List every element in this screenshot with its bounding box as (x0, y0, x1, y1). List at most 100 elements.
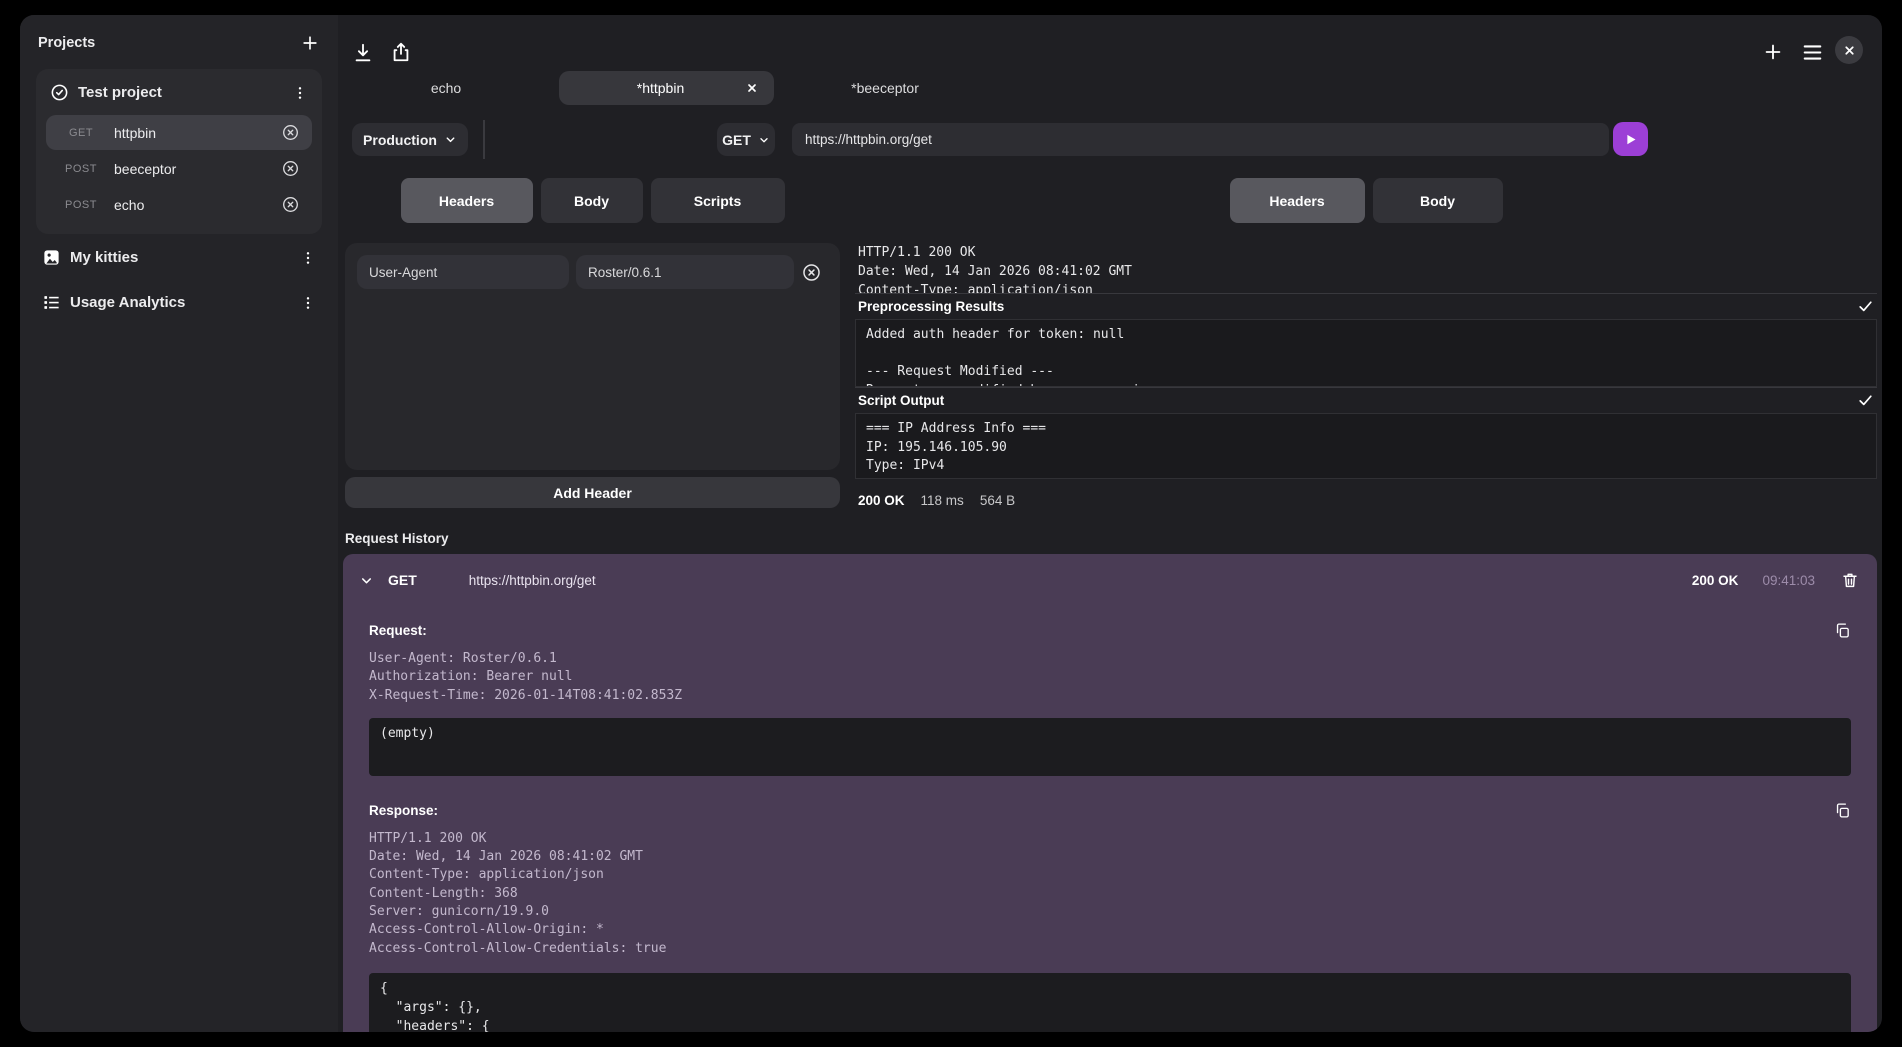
sidebar-item-my-kitties[interactable]: My kitties (36, 236, 322, 279)
response-block-header: Response: (369, 802, 1851, 819)
collection-name: Usage Analytics (70, 294, 291, 311)
response-panel: Headers Body HTTP/1.1 200 OK Date: Wed, … (855, 178, 1877, 508)
response-label: Response: (369, 803, 438, 818)
header-row (357, 255, 828, 289)
import-download-icon[interactable] (352, 42, 374, 64)
new-tab-icon[interactable] (1762, 41, 1784, 63)
remove-request-icon[interactable] (281, 123, 300, 142)
method-dropdown[interactable]: GET (717, 123, 775, 156)
method-badge: POST (60, 199, 102, 211)
tab-label: echo (431, 80, 461, 96)
history-method: GET (388, 572, 417, 588)
sidebar-item-beeceptor[interactable]: POST beeceptor (46, 151, 312, 186)
list-icon (42, 293, 61, 312)
remove-header-icon[interactable] (801, 262, 822, 283)
sidebar: Projects Test project GET httpbin (20, 15, 338, 1032)
environment-dropdown[interactable]: Production (352, 123, 468, 156)
history-entry-header[interactable]: GET https://httpbin.org/get 200 OK 09:41… (343, 554, 1877, 606)
sidebar-item-httpbin[interactable]: GET httpbin (46, 115, 312, 150)
tab-scripts[interactable]: Scripts (651, 178, 785, 223)
circle-check-icon (50, 83, 69, 102)
script-output-log: === IP Address Info === IP: 195.146.105.… (855, 413, 1877, 479)
request-name: echo (114, 197, 281, 213)
play-icon (1623, 132, 1638, 147)
history-status: 200 OK (1692, 573, 1739, 588)
toolbar-divider (483, 120, 485, 159)
preprocessing-section-header: Preprocessing Results (855, 293, 1877, 319)
add-project-icon[interactable] (300, 33, 320, 53)
menu-hamburger-icon[interactable] (1802, 43, 1823, 62)
history-response-body: { "args": {}, "headers": { (369, 973, 1851, 1032)
tab-beeceptor[interactable]: *beeceptor (820, 71, 950, 105)
preprocessing-output: Added auth header for token: null --- Re… (855, 319, 1877, 387)
history-request-headers: User-Agent: Roster/0.6.1 Authorization: … (369, 650, 1851, 705)
history-timestamp: 09:41:03 (1762, 573, 1815, 588)
remove-request-icon[interactable] (281, 195, 300, 214)
tab-body[interactable]: Body (541, 178, 643, 223)
kebab-menu-icon[interactable] (300, 250, 316, 266)
remove-request-icon[interactable] (281, 159, 300, 178)
history-entry-body: Request: User-Agent: Roster/0.6.1 Author… (343, 622, 1877, 1032)
response-headers-text: HTTP/1.1 200 OK Date: Wed, 14 Jan 2026 0… (855, 237, 1877, 293)
response-status-bar: 200 OK 118 ms 564 B (855, 493, 1877, 508)
script-output-title: Script Output (858, 393, 944, 408)
app-window: Projects Test project GET httpbin (20, 15, 1882, 1032)
project-name: Test project (78, 84, 283, 101)
chevron-down-icon (758, 134, 770, 146)
chevron-down-icon (444, 133, 457, 146)
projects-title: Projects (38, 35, 95, 51)
tab-label: *beeceptor (851, 80, 919, 96)
request-label: Request: (369, 623, 427, 638)
history-response-headers: HTTP/1.1 200 OK Date: Wed, 14 Jan 2026 0… (369, 830, 1851, 958)
header-key-input[interactable] (357, 255, 569, 289)
status-duration: 118 ms (921, 493, 964, 508)
request-name: httpbin (114, 125, 281, 141)
status-code: 200 OK (858, 493, 905, 508)
history-entry-card: GET https://httpbin.org/get 200 OK 09:41… (343, 554, 1877, 1032)
copy-icon[interactable] (1834, 802, 1851, 819)
tab-headers[interactable]: Headers (401, 178, 533, 223)
method-badge: GET (60, 127, 102, 139)
editor-tabs: Headers Body Scripts (345, 178, 840, 223)
copy-icon[interactable] (1834, 622, 1851, 639)
request-history-title: Request History (343, 531, 1877, 546)
url-input[interactable] (792, 123, 1609, 156)
request-editor-panel: Headers Body Scripts Add Header (345, 178, 840, 508)
trash-icon[interactable] (1841, 571, 1859, 589)
environment-label: Production (363, 132, 437, 148)
method-label: GET (722, 132, 751, 148)
share-upload-icon[interactable] (390, 41, 412, 63)
tab-response-body[interactable]: Body (1373, 178, 1503, 223)
send-button[interactable] (1613, 122, 1648, 156)
method-badge: POST (60, 163, 102, 175)
tab-label: *httpbin (575, 80, 746, 96)
check-icon (1857, 298, 1874, 315)
tab-response-headers[interactable]: Headers (1230, 178, 1365, 223)
request-block-header: Request: (369, 622, 1851, 639)
sidebar-item-echo[interactable]: POST echo (46, 187, 312, 222)
close-tab-icon[interactable] (746, 82, 758, 94)
check-icon (1857, 392, 1874, 409)
close-window-icon[interactable] (1835, 36, 1863, 64)
chevron-down-icon[interactable] (359, 573, 374, 588)
preprocessing-title: Preprocessing Results (858, 299, 1004, 314)
tab-echo[interactable]: echo (386, 71, 506, 105)
kebab-menu-icon[interactable] (300, 295, 316, 311)
project-group: Test project GET httpbin POST beeceptor (36, 69, 322, 234)
request-name: beeceptor (114, 161, 281, 177)
response-tabs: Headers Body (855, 178, 1877, 223)
header-value-input[interactable] (576, 255, 794, 289)
history-request-body: (empty) (369, 718, 1851, 776)
kebab-menu-icon[interactable] (292, 85, 308, 101)
project-header[interactable]: Test project (46, 79, 312, 114)
request-history-section: Request History GET https://httpbin.org/… (343, 531, 1877, 1032)
sidebar-header: Projects (36, 31, 322, 55)
history-url: https://httpbin.org/get (469, 573, 1680, 588)
collection-name: My kitties (70, 249, 291, 266)
add-header-button[interactable]: Add Header (345, 477, 840, 508)
status-size: 564 B (980, 493, 1015, 508)
tab-httpbin-active[interactable]: *httpbin (559, 71, 774, 105)
sidebar-item-usage-analytics[interactable]: Usage Analytics (36, 281, 322, 324)
script-output-section-header: Script Output (855, 387, 1877, 413)
image-icon (42, 248, 61, 267)
